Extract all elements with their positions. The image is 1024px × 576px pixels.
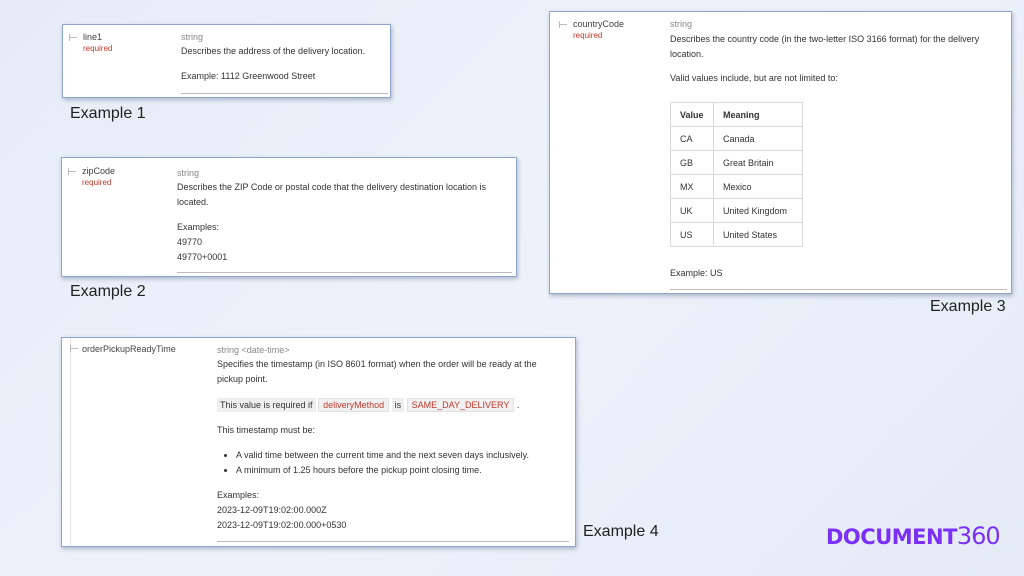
logo-text: DOCUMENT	[826, 525, 957, 549]
required-end: .	[516, 400, 520, 410]
field-type: string	[181, 32, 204, 42]
table-row: MX Mexico	[670, 174, 803, 199]
valid-values-table: Value Meaning CA Canada GB Great Britain…	[670, 102, 803, 247]
table-row: UK United Kingdom	[670, 198, 803, 223]
column-header-meaning: Meaning	[713, 102, 803, 127]
document360-logo: DOCUMENT360	[826, 522, 1001, 550]
table-cell: Canada	[713, 126, 803, 151]
divider	[217, 541, 569, 542]
example-3-caption: Example 3	[930, 298, 1006, 315]
required-label: required	[573, 31, 603, 40]
required-is: is	[391, 398, 405, 412]
field-name: zipCode	[82, 166, 116, 176]
field-description-line-2: pickup point.	[217, 374, 268, 384]
required-prefix: This value is required if	[217, 398, 316, 412]
examples-label: Examples:	[217, 490, 260, 500]
tree-connector-icon	[69, 34, 77, 41]
field-description-line-1: Specifies the timestamp (in ISO 8601 for…	[217, 359, 537, 369]
field-example: Example: 1112 Greenwood Street	[181, 71, 316, 81]
table-row: GB Great Britain	[670, 150, 803, 175]
example-4-caption: Example 4	[583, 523, 659, 540]
tree-connector-icon	[70, 345, 78, 352]
list-item: A valid time between the current time an…	[236, 448, 529, 463]
required-condition: This value is required if deliveryMethod…	[217, 398, 519, 413]
field-type: string	[670, 19, 693, 29]
list-item: A minimum of 1.25 hours before the picku…	[236, 463, 529, 478]
required-label: required	[83, 44, 113, 53]
table-cell: Mexico	[713, 174, 803, 199]
table-cell: MX	[670, 174, 714, 199]
required-label: required	[82, 178, 112, 187]
required-field-code: deliveryMethod	[318, 398, 390, 412]
column-header-value: Value	[670, 102, 714, 127]
table-header-row: Value Meaning	[670, 102, 803, 127]
example-value: 49770+0001	[177, 252, 228, 262]
field-description-line-1: Describes the country code (in the two-l…	[670, 34, 980, 44]
example-2-card: zipCode required string Describes the ZI…	[61, 157, 517, 277]
field-name: line1	[83, 32, 103, 42]
table-cell: United States	[713, 222, 803, 247]
table-cell: UK	[670, 198, 714, 223]
field-name: countryCode	[573, 19, 625, 29]
requirements-list: A valid time between the current time an…	[218, 448, 529, 478]
example-value: 2023-12-09T19:02:00.000+0530	[217, 520, 347, 530]
table-cell: GB	[670, 150, 714, 175]
examples-label: Examples:	[177, 222, 220, 232]
table-row: CA Canada	[670, 126, 803, 151]
logo-number: 360	[956, 522, 1001, 550]
tree-line	[70, 338, 71, 546]
field-example: Example: US	[670, 268, 723, 278]
table-cell: CA	[670, 126, 714, 151]
field-type: string <date-time>	[217, 345, 290, 355]
must-be-text: This timestamp must be:	[217, 425, 316, 435]
example-1-caption: Example 1	[70, 105, 146, 122]
divider	[670, 289, 1007, 290]
example-3-card: countryCode required string Describes th…	[549, 11, 1012, 294]
field-description-line-2: location.	[670, 49, 704, 59]
table-cell: US	[670, 222, 714, 247]
field-description: Describes the address of the delivery lo…	[181, 46, 366, 56]
field-description-line-1: Describes the ZIP Code or postal code th…	[177, 182, 487, 192]
tree-connector-icon	[68, 168, 76, 175]
example-1-card: line1 required string Describes the addr…	[62, 24, 391, 98]
example-value: 49770	[177, 237, 203, 247]
table-cell: Great Britain	[713, 150, 803, 175]
valid-values-text: Valid values include, but are not limite…	[670, 73, 838, 83]
example-2-caption: Example 2	[70, 283, 146, 300]
example-4-card: orderPickupReadyTime string <date-time> …	[61, 337, 576, 547]
field-description-line-2: located.	[177, 197, 209, 207]
required-value-code: SAME_DAY_DELIVERY	[406, 398, 515, 412]
tree-connector-icon	[559, 21, 567, 28]
divider	[181, 93, 388, 94]
table-cell: United Kingdom	[713, 198, 803, 223]
field-name: orderPickupReadyTime	[82, 344, 176, 354]
field-type: string	[177, 168, 200, 178]
divider	[177, 272, 512, 273]
table-row: US United States	[670, 222, 803, 247]
example-value: 2023-12-09T19:02:00.000Z	[217, 505, 327, 515]
